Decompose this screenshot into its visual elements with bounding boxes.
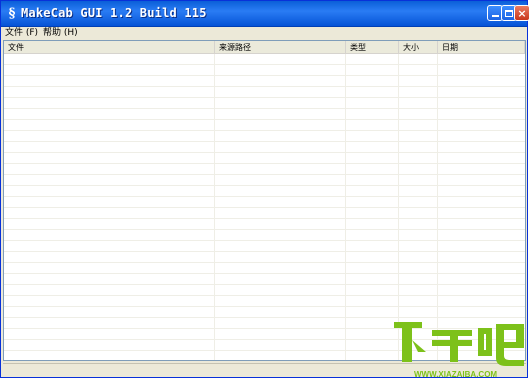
menu-file[interactable]: 文件 (F) [5, 27, 38, 39]
list-body[interactable] [4, 54, 525, 360]
column-divider [437, 54, 438, 360]
column-header-type[interactable]: 类型 [346, 41, 399, 54]
column-header-date[interactable]: 日期 [438, 41, 525, 54]
column-header-file[interactable]: 文件 [4, 41, 215, 54]
status-bar [3, 363, 526, 377]
menu-help[interactable]: 帮助 (H) [43, 27, 78, 39]
column-divider [214, 54, 215, 360]
window-title: MakeCab GUI 1.2 Build 115 [21, 6, 207, 20]
title-bar[interactable]: § MakeCab GUI 1.2 Build 115 × [1, 1, 530, 27]
minimize-icon [491, 15, 499, 17]
close-button[interactable]: × [514, 5, 530, 21]
app-icon: § [8, 6, 16, 21]
column-divider [398, 54, 399, 360]
app-window: § MakeCab GUI 1.2 Build 115 × 文件 (F) 帮助 … [0, 0, 530, 378]
list-header: 文件 来源路径 类型 大小 日期 [4, 41, 525, 54]
column-header-size[interactable]: 大小 [399, 41, 438, 54]
file-list[interactable]: 文件 来源路径 类型 大小 日期 [3, 40, 526, 361]
menu-bar: 文件 (F) 帮助 (H) [1, 27, 527, 39]
close-icon: × [517, 6, 527, 20]
column-header-source-path[interactable]: 来源路径 [215, 41, 346, 54]
column-divider [345, 54, 346, 360]
maximize-icon [505, 9, 513, 17]
